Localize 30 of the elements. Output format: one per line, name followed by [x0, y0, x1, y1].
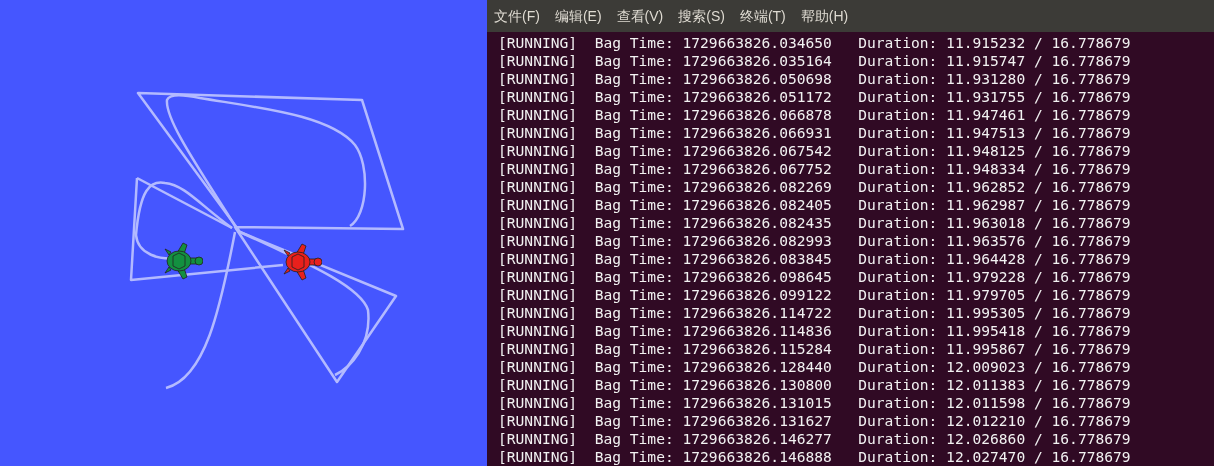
menu-item[interactable]: 文件(F) [491, 5, 543, 27]
log-line: [RUNNING] Bag Time: 1729663826.051172 Duration: 11.931755 / 16.778679 [498, 88, 1131, 106]
log-line: [RUNNING] Bag Time: 1729663826.114836 Duration: 11.995418 / 16.778679 [498, 322, 1131, 340]
log-line: [RUNNING] Bag Time: 1729663826.066931 Duration: 11.947513 / 16.778679 [498, 124, 1131, 142]
log-line: [RUNNING] Bag Time: 1729663826.050698 Duration: 11.931280 / 16.778679 [498, 70, 1131, 88]
log-line: [RUNNING] Bag Time: 1729663826.146888 Duration: 12.027470 / 16.778679 [498, 448, 1131, 466]
log-line: [RUNNING] Bag Time: 1729663826.128440 Duration: 12.009023 / 16.778679 [498, 358, 1131, 376]
log-line: [RUNNING] Bag Time: 1729663826.098645 Duration: 11.979228 / 16.778679 [498, 268, 1131, 286]
log-line: [RUNNING] Bag Time: 1729663826.067542 Duration: 11.948125 / 16.778679 [498, 142, 1131, 160]
log-line: [RUNNING] Bag Time: 1729663826.082269 Duration: 11.962852 / 16.778679 [498, 178, 1131, 196]
log-line: [RUNNING] Bag Time: 1729663826.131015 Duration: 12.011598 / 16.778679 [498, 394, 1131, 412]
log-line: [RUNNING] Bag Time: 1729663826.035164 Duration: 11.915747 / 16.778679 [498, 52, 1131, 70]
log-line: [RUNNING] Bag Time: 1729663826.130800 Duration: 12.011383 / 16.778679 [498, 376, 1131, 394]
log-line: [RUNNING] Bag Time: 1729663826.146277 Duration: 12.026860 / 16.778679 [498, 430, 1131, 448]
menu-item[interactable]: 终端(T) [736, 5, 789, 27]
log-line: [RUNNING] Bag Time: 1729663826.082993 Duration: 11.963576 / 16.778679 [498, 232, 1131, 250]
log-line: [RUNNING] Bag Time: 1729663826.067752 Duration: 11.948334 / 16.778679 [498, 160, 1131, 178]
menu-item[interactable]: 查看(V) [613, 5, 667, 27]
log-line: [RUNNING] Bag Time: 1729663826.082435 Duration: 11.963018 / 16.778679 [498, 214, 1131, 232]
log-line: [RUNNING] Bag Time: 1729663826.115284 Duration: 11.995867 / 16.778679 [498, 340, 1131, 358]
log-line: [RUNNING] Bag Time: 1729663826.066878 Duration: 11.947461 / 16.778679 [498, 106, 1131, 124]
log-line: [RUNNING] Bag Time: 1729663826.083845 Duration: 11.964428 / 16.778679 [498, 250, 1131, 268]
menu-item[interactable]: 帮助(H) [797, 5, 852, 27]
menu-item[interactable]: 搜索(S) [675, 5, 728, 27]
log-line: [RUNNING] Bag Time: 1729663826.082405 Duration: 11.962987 / 16.778679 [498, 196, 1131, 214]
log-line: [RUNNING] Bag Time: 1729663826.034650 Duration: 11.915232 / 16.778679 [498, 34, 1131, 52]
log-line: [RUNNING] Bag Time: 1729663826.131627 Duration: 12.012210 / 16.778679 [498, 412, 1131, 430]
menu-item[interactable]: 编辑(E) [551, 5, 605, 27]
log-line: [RUNNING] Bag Time: 1729663826.114722 Duration: 11.995305 / 16.778679 [498, 304, 1131, 322]
log-line: [RUNNING] Bag Time: 1729663826.099122 Duration: 11.979705 / 16.778679 [498, 286, 1131, 304]
